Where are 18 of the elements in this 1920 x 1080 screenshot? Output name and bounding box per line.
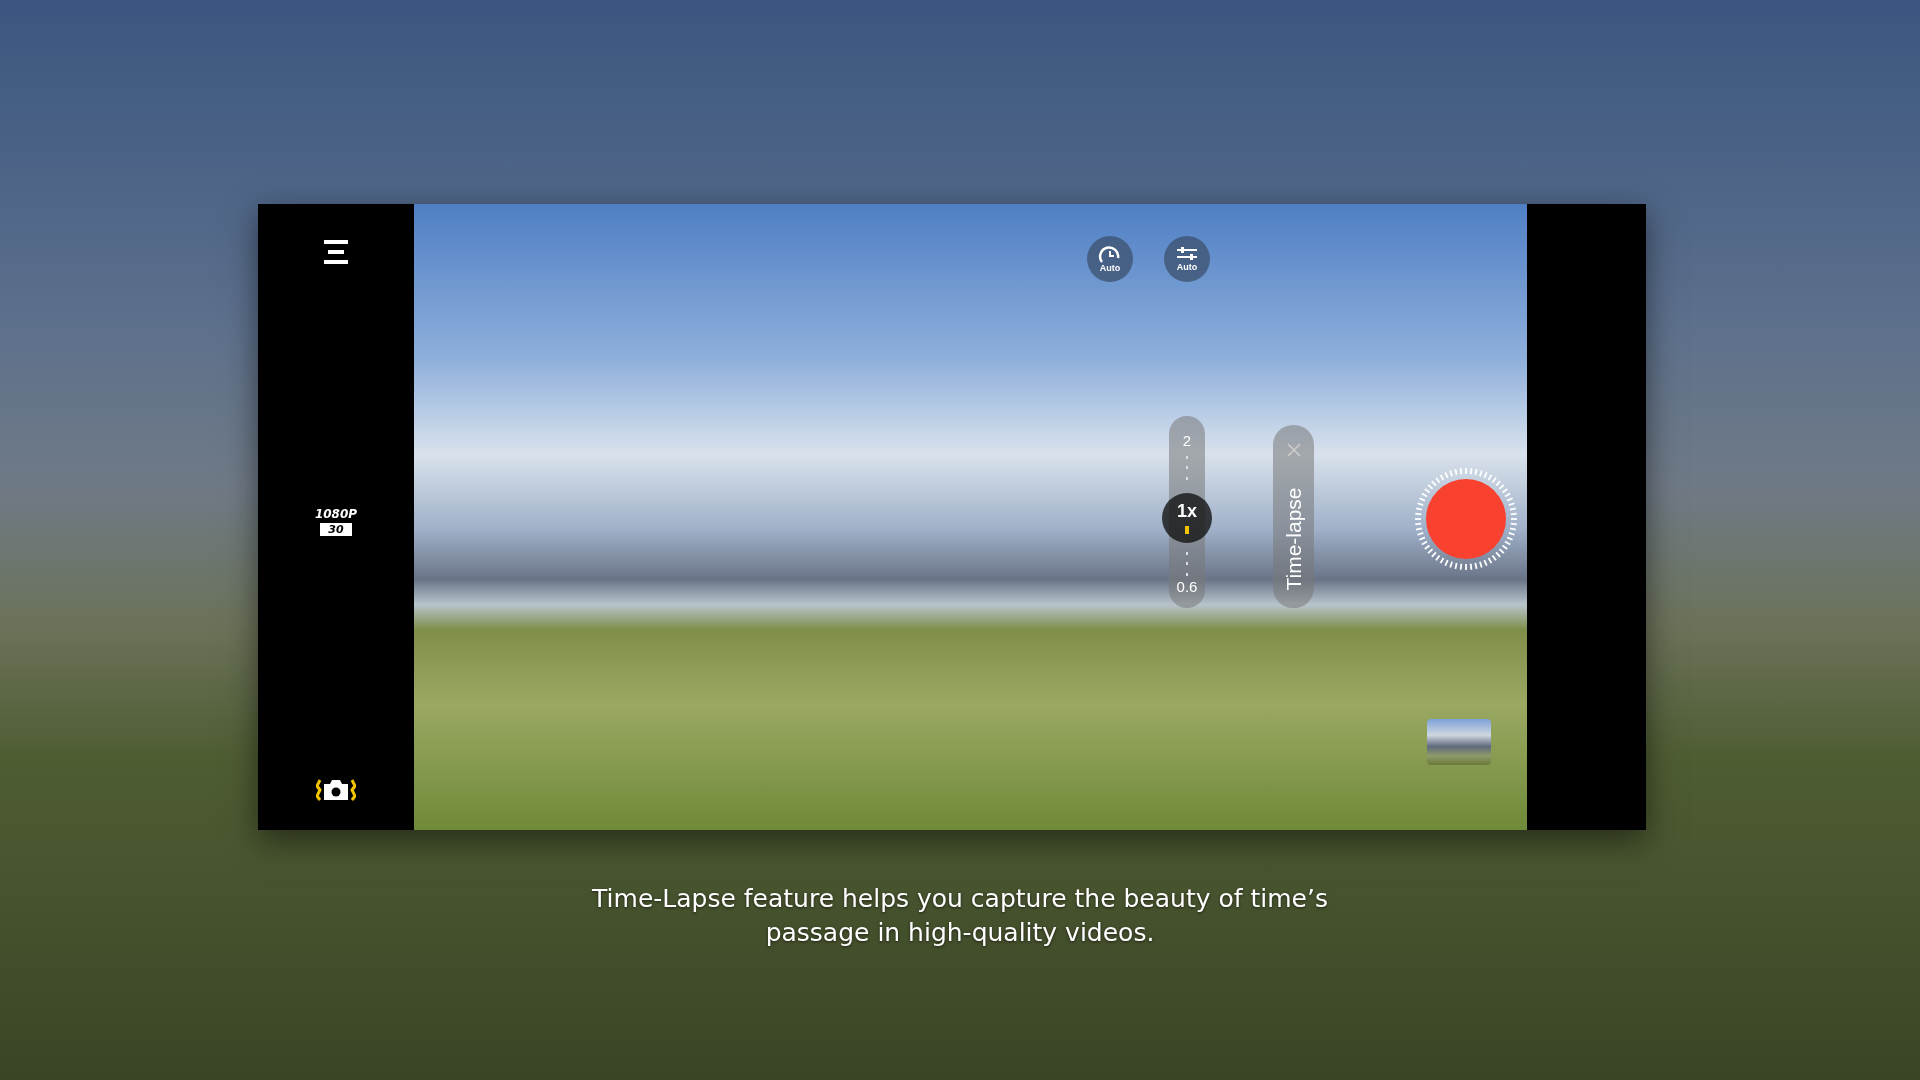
camera-switch-icon[interactable] — [316, 778, 356, 802]
zoom-knob[interactable]: 1x — [1162, 492, 1212, 543]
menu-icon[interactable] — [324, 240, 348, 264]
zoom-ticks-icon — [1185, 456, 1189, 480]
adjust-button[interactable]: Auto — [1164, 236, 1210, 282]
resolution-label[interactable]: 1080P — [314, 506, 358, 521]
zoom-min-label: 0.6 — [1176, 578, 1198, 595]
zoom-ticks-icon — [1185, 552, 1189, 576]
zoom-slider[interactable]: 2 0.6 1x — [1162, 416, 1212, 608]
gallery-thumbnail[interactable] — [1427, 719, 1491, 765]
timer-icon — [1098, 245, 1122, 264]
zoom-max-label: 2 — [1182, 432, 1192, 449]
mode-label: Time-lapse — [1281, 487, 1306, 591]
record-button[interactable] — [1414, 467, 1518, 571]
caption-text: Time-Lapse feature helps you capture the beauty of time’s passage in high-quality videos. — [591, 883, 1329, 949]
timer-button[interactable]: Auto — [1087, 236, 1133, 282]
sliders-icon — [1175, 246, 1199, 263]
frame-rate-label[interactable]: 30 — [320, 522, 352, 536]
